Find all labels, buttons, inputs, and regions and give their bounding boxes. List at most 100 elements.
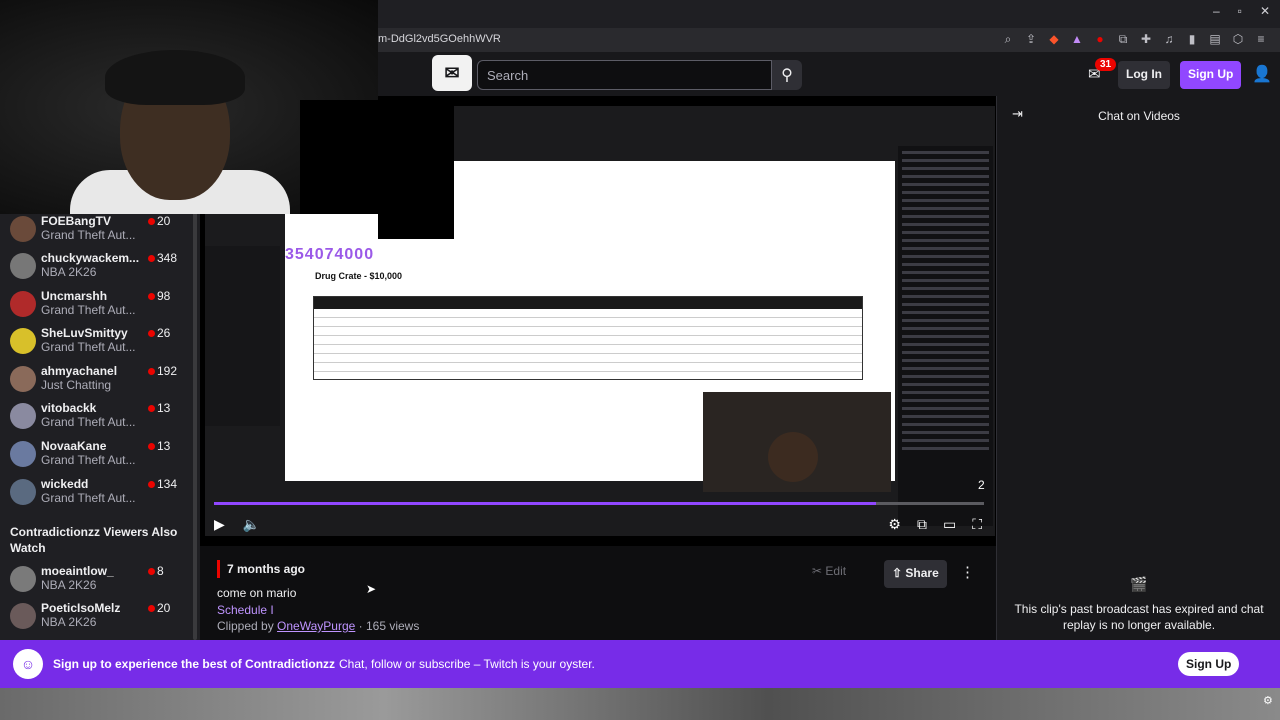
fullscreen-icon[interactable]: ⛶ (972, 516, 982, 533)
chat-panel: ⇥ Chat on Videos 🎬 This clip's past broa… (996, 96, 1280, 640)
channel-game: NBA 2K26 (41, 615, 97, 629)
more-options-icon[interactable]: ⋮ (960, 563, 975, 581)
restore-icon[interactable]: ▫ (1238, 4, 1242, 18)
clip-info: 7 months ago come on mario Schedule I Cl… (200, 546, 996, 640)
live-dot-icon (148, 293, 155, 300)
search-input[interactable]: Search (477, 60, 772, 90)
live-dot-icon (148, 330, 155, 337)
avatar (10, 216, 36, 242)
channel-name: SheLuvSmittyy (41, 326, 128, 340)
player-controls-left: ▶ 🔈 (214, 516, 260, 533)
live-dot-icon (148, 481, 155, 488)
zoom-icon[interactable]: ⌕ (1001, 32, 1015, 47)
play-icon[interactable]: ▶ (214, 516, 225, 533)
channel-game: Grand Theft Aut... (41, 228, 136, 242)
sidebar-channel[interactable]: wickedd Grand Theft Aut... 134 (0, 475, 195, 511)
sidebar-channel[interactable]: moeaintlow_ NBA 2K26 8 (0, 562, 195, 598)
extension-icons: ⌕ ⇪ ◆ ▲ ● ⧉ ✚ ♫ ▮ ▤ ⬡ ≡ (1001, 32, 1268, 47)
share-page-icon[interactable]: ⇪ (1024, 32, 1038, 47)
media-icon[interactable]: ♫ (1162, 32, 1176, 47)
login-button[interactable]: Log In (1118, 61, 1170, 89)
clipped-by-label: Clipped by (217, 619, 274, 633)
viewer-count: 13 (157, 401, 171, 415)
sidebar-channel[interactable]: vitobackk Grand Theft Aut... 13 (0, 399, 195, 435)
avatar (10, 403, 36, 429)
clip-title: come on mario (217, 586, 297, 600)
channel-name: vitobackk (41, 401, 97, 415)
settings-icon[interactable]: ⚙ (888, 516, 901, 533)
window-controls: – ▫ ✕ (1213, 4, 1270, 18)
progress-fill (214, 502, 877, 505)
extensions-puzzle-icon[interactable]: ✚ (1139, 32, 1153, 47)
sidebar-channel[interactable]: chuckywackem... NBA 2K26 348 (0, 249, 195, 285)
embedded-webcam (703, 392, 891, 492)
menu-icon[interactable]: ≡ (1254, 32, 1268, 47)
viewer-count: 20 (157, 214, 171, 228)
mouse-cursor-icon: ➤ (366, 582, 377, 596)
channel-game: Grand Theft Aut... (41, 415, 136, 429)
live-dot-icon (148, 368, 155, 375)
search-icon[interactable]: ⚲ (772, 60, 802, 90)
banner-signup-button[interactable]: Sign Up (1178, 652, 1240, 676)
avatar (10, 566, 36, 592)
url-text[interactable]: m-DdGl2vd5GOehhWVR (378, 33, 501, 45)
minimize-icon[interactable]: – (1213, 4, 1220, 18)
twitch-logo-icon[interactable]: ✉ (432, 55, 472, 91)
scissors-icon: ✂ (812, 564, 823, 578)
sidebar-icon[interactable]: ▮ (1185, 32, 1199, 47)
channel-name: PoeticIsoMelz (41, 601, 121, 615)
clip-game-link[interactable]: Schedule I (217, 603, 274, 617)
clip-meta: Clipped by OneWayPurge · 165 views (217, 619, 419, 633)
live-dot-icon (148, 405, 155, 412)
sidebar-channel[interactable]: ahmyachanel Just Chatting 192 (0, 362, 195, 398)
clipper-link[interactable]: OneWayPurge (277, 619, 355, 633)
live-dot-icon (148, 443, 155, 450)
close-icon[interactable]: ✕ (1260, 4, 1270, 18)
vpn-icon[interactable]: ⬡ (1231, 32, 1245, 47)
avatar (10, 291, 36, 317)
brave-shield-icon[interactable]: ◆ (1047, 32, 1061, 47)
sidebar-channel[interactable]: NovaaKane Grand Theft Aut... 13 (0, 437, 195, 473)
edit-label: Edit (825, 564, 847, 578)
overlay-number: 2 (978, 478, 985, 492)
webcam-overlay-extension (378, 96, 454, 239)
sidebar-channel[interactable]: Uncmarshh Grand Theft Aut... 98 (0, 287, 195, 323)
volume-icon[interactable]: 🔈 (243, 516, 260, 533)
screen: – ▫ ✕ m-DdGl2vd5GOehhWVR ⌕ ⇪ ◆ ▲ ● ⧉ ✚ ♫… (0, 0, 1280, 720)
cast-icon[interactable]: ⧉ (917, 516, 927, 533)
signup-button[interactable]: Sign Up (1180, 61, 1242, 89)
channel-name: FOEBangTV (41, 214, 112, 228)
clip-time-ago: 7 months ago (227, 562, 306, 576)
settings-gear-icon[interactable]: ⚙ (1263, 694, 1273, 707)
sidebar-channel[interactable]: FOEBangTV Grand Theft Aut... 20 (0, 212, 195, 248)
embedded-number: 354074000 (285, 246, 375, 263)
channel-game: Grand Theft Aut... (41, 453, 136, 467)
viewer-count: 20 (157, 601, 171, 615)
record-icon[interactable]: ● (1093, 32, 1107, 47)
channel-game: Just Chatting (41, 378, 112, 392)
channel-name: NovaaKane (41, 439, 107, 453)
channel-game: Grand Theft Aut... (41, 303, 136, 317)
notification-badge: 31 (1095, 58, 1117, 71)
live-marker (217, 560, 220, 578)
signup-banner: ☺ Sign up to experience the best of Cont… (0, 640, 1280, 688)
channel-game: NBA 2K26 (41, 265, 97, 279)
channel-name: chuckywackem... (41, 251, 140, 265)
theatre-mode-icon[interactable]: ▭ (943, 516, 956, 533)
progress-bar[interactable] (214, 502, 984, 505)
glitch-logo-icon: ☺ (13, 649, 43, 679)
rewards-icon[interactable]: ▲ (1070, 32, 1084, 47)
extension-icon[interactable]: ⧉ (1116, 32, 1130, 47)
wallet-icon[interactable]: ▤ (1208, 32, 1222, 47)
sidebar-channel[interactable]: SheLuvSmittyy Grand Theft Aut... 26 (0, 324, 195, 360)
share-button[interactable]: ⇧ Share (884, 560, 947, 588)
user-icon[interactable]: 👤 (1252, 64, 1272, 84)
live-dot-icon (148, 218, 155, 225)
embedded-title: Drug Crate - $10,000 (315, 271, 403, 281)
edit-button[interactable]: ✂ Edit (812, 564, 846, 578)
also-watch-heading: Contradictionzz Viewers Also Watch (10, 525, 178, 555)
sidebar-channel[interactable]: PoeticIsoMelz NBA 2K26 20 (0, 599, 195, 635)
embedded-sidebar (205, 246, 280, 426)
channel-name: Uncmarshh (41, 289, 108, 303)
avatar (10, 603, 36, 629)
